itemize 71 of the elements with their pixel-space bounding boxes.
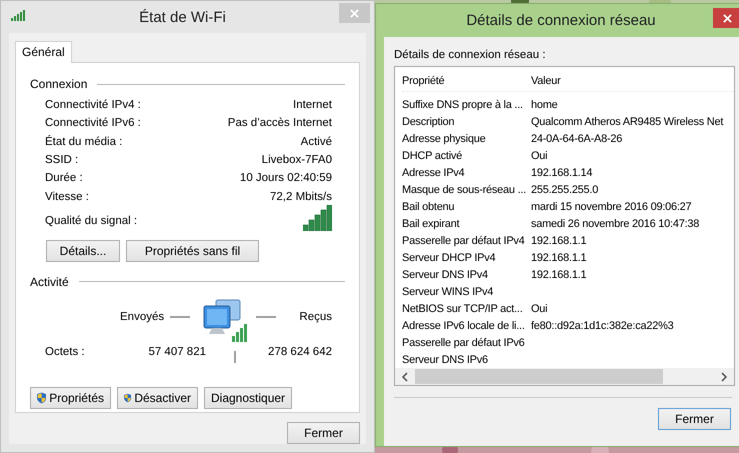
- field-value: 72,2 Mbits/s: [270, 190, 332, 203]
- scroll-left-icon[interactable]: [401, 372, 409, 382]
- close-icon: [722, 14, 732, 22]
- signal-strength-icon: [303, 204, 332, 231]
- table-cell: 192.168.1.14: [531, 166, 592, 178]
- tab[interactable]: Général: [15, 41, 72, 63]
- table-cell: mardi 15 novembre 2016 09:06:27: [531, 200, 692, 212]
- field-label: SSID :: [45, 154, 78, 166]
- field-value: Activé: [300, 136, 332, 148]
- table-cell-text: Passerelle par défaut IPv4: [402, 234, 526, 246]
- table-cell-text: Masque de sous-réseau ...: [402, 184, 527, 196]
- close-button[interactable]: Fermer: [658, 408, 731, 430]
- dialog-button[interactable]: Propriétés sans fil: [126, 240, 259, 262]
- close-icon: [350, 8, 359, 18]
- table-cell: 192.168.1.1: [531, 234, 586, 246]
- table-cell: 255.255.255.0: [531, 184, 598, 196]
- table-cell: samedi 26 novembre 2016 10:47:38: [531, 218, 700, 230]
- caption: Détails de connexion réseau :: [394, 49, 547, 61]
- column-header[interactable]: Valeur: [531, 75, 560, 87]
- table-cell-text: Bail expirant: [402, 218, 460, 230]
- field-label: Vitesse :: [45, 190, 89, 203]
- table-cell-text: Serveur DNS IPv6: [402, 354, 489, 366]
- table-cell: home: [531, 98, 558, 110]
- window-title: État de Wi-Fi: [139, 8, 226, 26]
- close-button[interactable]: [713, 8, 739, 28]
- table-cell: Qualcomm Atheros AR9485 Wireless Net: [531, 116, 724, 128]
- field-label: Durée :: [45, 172, 83, 184]
- table-cell: Oui: [531, 150, 548, 162]
- table-cell-text: Suffixe DNS propre à la ...: [402, 98, 524, 110]
- close-button[interactable]: Fermer: [287, 422, 360, 444]
- table-cell: 192.168.1.1: [531, 252, 586, 264]
- scroll-right-icon[interactable]: [720, 372, 728, 382]
- table-cell-text: Adresse IPv4: [402, 166, 466, 178]
- field-label: État du média :: [45, 136, 122, 148]
- field-label: Qualité du signal :: [45, 214, 138, 227]
- received-label: Reçus: [299, 310, 332, 323]
- table-cell-text: NetBIOS sur TCP/IP act...: [402, 302, 524, 314]
- table-cell-text: DHCP activé: [402, 150, 464, 162]
- field-value: Internet: [293, 99, 332, 112]
- bytes-label: Octets :: [45, 346, 86, 358]
- scrollbar-thumb[interactable]: [415, 369, 664, 384]
- field-value: 10 Jours 02:40:59: [240, 172, 332, 184]
- table-cell: Oui: [531, 302, 548, 314]
- field-value: Pas d’accès Internet: [228, 117, 332, 130]
- table-cell-text: Description: [402, 116, 456, 128]
- bytes-received-value: 278 624 642: [268, 346, 332, 358]
- table-cell-text: Serveur DHCP IPv4: [402, 252, 496, 264]
- table-cell: 24-0A-64-6A-A8-26: [531, 132, 622, 144]
- section-heading: Connexion: [30, 77, 88, 91]
- table-cell: fe80::d92a:1d1c:382e:ca22%3: [531, 320, 674, 332]
- field-value: Livebox-7FA0: [262, 154, 332, 166]
- signal-icon: [11, 10, 27, 21]
- dialog-button[interactable]: Propriétés: [30, 386, 111, 409]
- sent-label: Envoyés: [120, 310, 164, 323]
- section-heading: Activité: [30, 274, 69, 289]
- field-label: Connectivité IPv6 :: [45, 117, 141, 130]
- table-cell-text: Passerelle par défaut IPv6: [402, 336, 526, 348]
- table-cell-text: Adresse IPv6 locale de li...: [402, 320, 526, 332]
- table-cell: 192.168.1.1: [531, 268, 586, 280]
- dialog-button[interactable]: Diagnostiquer: [204, 386, 292, 409]
- table-cell-text: Serveur WINS IPv4: [402, 286, 494, 298]
- table-cell-text: Serveur DNS IPv4: [402, 268, 489, 280]
- window-title: Détails de connexion réseau: [466, 12, 656, 29]
- table-cell-text: Bail obtenu: [402, 200, 456, 212]
- dialog-button[interactable]: Détails...: [46, 240, 120, 262]
- field-label: Connectivité IPv4 :: [45, 99, 141, 112]
- dialog-button[interactable]: Désactiver: [117, 386, 198, 409]
- bytes-sent-value: 57 407 821: [147, 346, 206, 358]
- shield-icon: [37, 390, 46, 405]
- table-cell-text: Adresse physique: [402, 132, 486, 144]
- column-header[interactable]: Propriété: [402, 75, 531, 87]
